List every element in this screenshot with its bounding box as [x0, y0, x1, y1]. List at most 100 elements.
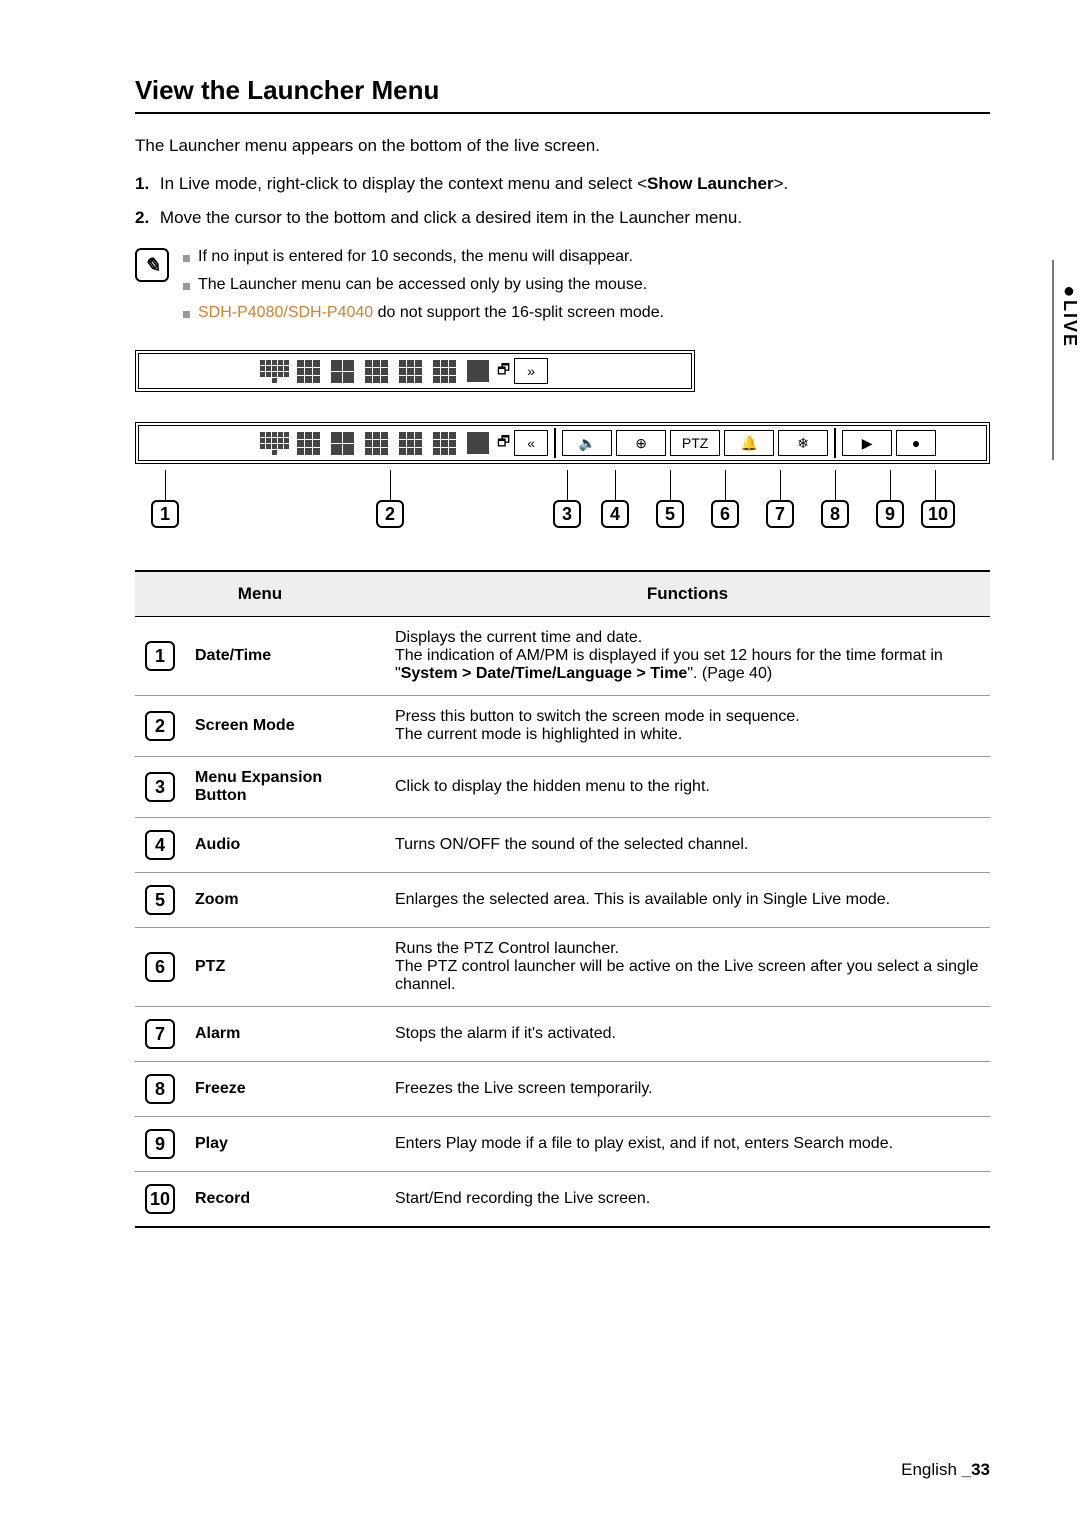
row-function: Turns ON/OFF the sound of the selected c…: [385, 818, 990, 873]
step-bold: Show Launcher: [647, 174, 774, 193]
screenmode-9-icon[interactable]: [293, 360, 323, 383]
screenmode-4-icon[interactable]: [327, 360, 357, 383]
steps-list: 1. In Live mode, right-click to display …: [135, 174, 990, 228]
callout-3: 3: [553, 500, 581, 528]
table-row: 5ZoomEnlarges the selected area. This is…: [135, 873, 990, 928]
table-row: 6PTZRuns the PTZ Control launcher.The PT…: [135, 928, 990, 1007]
row-menu: Zoom: [185, 873, 385, 928]
intro-text: The Launcher menu appears on the bottom …: [135, 136, 990, 156]
row-num-cell: 6: [135, 928, 185, 1007]
callout-7: 7: [766, 500, 794, 528]
row-menu: Audio: [185, 818, 385, 873]
row-function: Runs the PTZ Control launcher.The PTZ co…: [385, 928, 990, 1007]
launcher-bar-collapsed: 🗗 »: [135, 350, 695, 392]
note-item: SDH-P4080/SDH-P4040 do not support the 1…: [183, 304, 664, 322]
row-menu: Record: [185, 1172, 385, 1228]
note-highlight: SDH-P4080/SDH-P4040: [198, 304, 373, 321]
screenmode-seq-icon[interactable]: 🗗: [497, 429, 510, 457]
table-row: 10 RecordStart/End recording the Live scr…: [135, 1172, 990, 1228]
row-menu: Screen Mode: [185, 696, 385, 757]
row-num-cell: 7: [135, 1007, 185, 1062]
expand-right-button[interactable]: »: [514, 358, 548, 384]
callout-4: 4: [601, 500, 629, 528]
bullet-icon: [183, 283, 190, 290]
audio-button[interactable]: 🔈: [562, 430, 612, 456]
screenmode-seq-icon[interactable]: 🗗: [497, 357, 510, 385]
zoom-button[interactable]: ⊕: [616, 430, 666, 456]
row-num-cell: 10: [135, 1172, 185, 1228]
row-num-cell: 3: [135, 757, 185, 818]
ptz-button[interactable]: PTZ: [670, 430, 720, 456]
row-number: 1: [145, 641, 175, 671]
screenmode-16-icon[interactable]: [259, 360, 289, 383]
footer-lang: English: [901, 1460, 961, 1479]
callout-8: 8: [821, 500, 849, 528]
row-number: 8: [145, 1074, 175, 1104]
screenmode-1-icon[interactable]: [463, 360, 493, 382]
table-row: 1Date/TimeDisplays the current time and …: [135, 617, 990, 696]
note-text: If no input is entered for 10 seconds, t…: [198, 248, 633, 266]
table-row: 8 FreezeFreezes the Live screen temporari…: [135, 1062, 990, 1117]
screenmode-alt3-icon[interactable]: [429, 360, 459, 383]
row-function: Click to display the hidden menu to the …: [385, 757, 990, 818]
table-row: 4 AudioTurns ON/OFF the sound of the sele…: [135, 818, 990, 873]
step-number: 1.: [135, 174, 149, 193]
page-title: View the Launcher Menu: [135, 75, 990, 114]
row-num-cell: 9: [135, 1117, 185, 1172]
note-text: do not support the 16-split screen mode.: [373, 304, 664, 321]
callout-10: 10: [921, 500, 955, 528]
note-list: If no input is entered for 10 seconds, t…: [183, 248, 664, 332]
row-number: 10: [145, 1184, 175, 1214]
screenmode-4-icon[interactable]: [327, 432, 357, 455]
row-number: 3: [145, 772, 175, 802]
row-menu: Freeze: [185, 1062, 385, 1117]
freeze-button[interactable]: ❄: [778, 430, 828, 456]
th-functions: Functions: [385, 571, 990, 617]
row-function: Enters Play mode if a file to play exist…: [385, 1117, 990, 1172]
row-function: Displays the current time and date.The i…: [385, 617, 990, 696]
footer-page: _33: [962, 1460, 990, 1479]
step-2: 2. Move the cursor to the bottom and cli…: [135, 208, 990, 228]
table-row: 3 Menu Expansion ButtonClick to display t…: [135, 757, 990, 818]
step-text: Move the cursor to the bottom and click …: [160, 208, 742, 227]
row-menu: Menu Expansion Button: [185, 757, 385, 818]
note-text: The Launcher menu can be accessed only b…: [198, 276, 647, 294]
row-menu: Play: [185, 1117, 385, 1172]
callout-1: 1: [151, 500, 179, 528]
screenmode-alt3-icon[interactable]: [429, 432, 459, 455]
row-function: Start/End recording the Live screen.: [385, 1172, 990, 1228]
side-tab-label: LIVE: [1059, 300, 1080, 348]
th-menu: Menu: [135, 571, 385, 617]
step-post: >.: [774, 174, 789, 193]
row-function: Stops the alarm if it's activated.: [385, 1007, 990, 1062]
record-button[interactable]: ●: [896, 430, 936, 456]
row-num-cell: 5: [135, 873, 185, 928]
screenmode-alt2-icon[interactable]: [395, 432, 425, 455]
screenmode-alt2-icon[interactable]: [395, 360, 425, 383]
row-number: 9: [145, 1129, 175, 1159]
screenmode-1-icon[interactable]: [463, 432, 493, 454]
play-button[interactable]: ▶: [842, 430, 892, 456]
row-number: 4: [145, 830, 175, 860]
page-footer: English _33: [901, 1460, 990, 1480]
bullet-icon: [183, 255, 190, 262]
screenmode-alt1-icon[interactable]: [361, 432, 391, 455]
row-menu: PTZ: [185, 928, 385, 1007]
step-1: 1. In Live mode, right-click to display …: [135, 174, 990, 194]
note-icon: ✎: [135, 248, 169, 282]
screenmode-9-icon[interactable]: [293, 432, 323, 455]
table-row: 9 PlayEnters Play mode if a file to play …: [135, 1117, 990, 1172]
row-menu: Alarm: [185, 1007, 385, 1062]
step-text: In Live mode, right-click to display the…: [160, 174, 647, 193]
note-item: The Launcher menu can be accessed only b…: [183, 276, 664, 294]
screenmode-16-icon[interactable]: [259, 432, 289, 455]
row-num-cell: 4: [135, 818, 185, 873]
callout-2: 2: [376, 500, 404, 528]
bullet-icon: [183, 311, 190, 318]
row-function: Freezes the Live screen temporarily.: [385, 1062, 990, 1117]
row-number: 7: [145, 1019, 175, 1049]
screenmode-alt1-icon[interactable]: [361, 360, 391, 383]
expand-left-button[interactable]: «: [514, 430, 548, 456]
alarm-button[interactable]: 🔔: [724, 430, 774, 456]
row-function: Press this button to switch the screen m…: [385, 696, 990, 757]
